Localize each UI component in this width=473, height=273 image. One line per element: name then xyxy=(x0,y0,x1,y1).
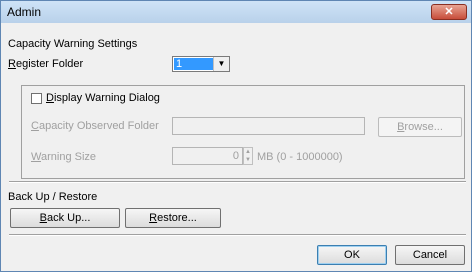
restore-button[interactable]: Restore... xyxy=(125,208,221,228)
capacity-warning-heading: Capacity Warning Settings xyxy=(8,38,138,50)
close-icon: ✕ xyxy=(444,6,454,18)
register-folder-dropdown[interactable]: 1 ▼ xyxy=(172,56,230,72)
backup-button[interactable]: Back Up... xyxy=(10,208,120,228)
title-bar[interactable]: Admin ✕ xyxy=(1,1,471,23)
warning-size-spinner[interactable]: ▲ ▼ xyxy=(243,147,253,165)
register-folder-label: Register Folder xyxy=(8,58,84,70)
warning-size-label: Warning Size xyxy=(31,151,97,163)
capacity-observed-folder-label: Capacity Observed Folder xyxy=(31,120,159,132)
separator-bottom xyxy=(9,234,466,236)
backup-restore-heading: Back Up / Restore xyxy=(8,191,98,203)
register-folder-value: 1 xyxy=(174,58,214,70)
capacity-observed-folder-input[interactable] xyxy=(172,117,365,135)
warning-size-unit: MB (0 - 1000000) xyxy=(257,151,343,163)
browse-button[interactable]: Browse... xyxy=(378,117,462,137)
close-button[interactable]: ✕ xyxy=(431,4,467,20)
separator-top xyxy=(9,181,466,183)
warning-size-input[interactable]: 0 xyxy=(172,147,243,165)
ok-button[interactable]: OK xyxy=(317,245,387,265)
spin-up-icon[interactable]: ▲ xyxy=(244,148,252,156)
chevron-down-icon[interactable]: ▼ xyxy=(213,57,229,71)
cancel-button[interactable]: Cancel xyxy=(395,245,465,265)
spin-down-icon[interactable]: ▼ xyxy=(244,156,252,164)
display-warning-dialog-checkbox[interactable] xyxy=(31,93,42,104)
window-title: Admin xyxy=(7,5,42,19)
admin-dialog: Admin ✕ Capacity Warning Settings Regist… xyxy=(0,0,472,272)
display-warning-dialog-label[interactable]: Display Warning Dialog xyxy=(46,92,160,104)
